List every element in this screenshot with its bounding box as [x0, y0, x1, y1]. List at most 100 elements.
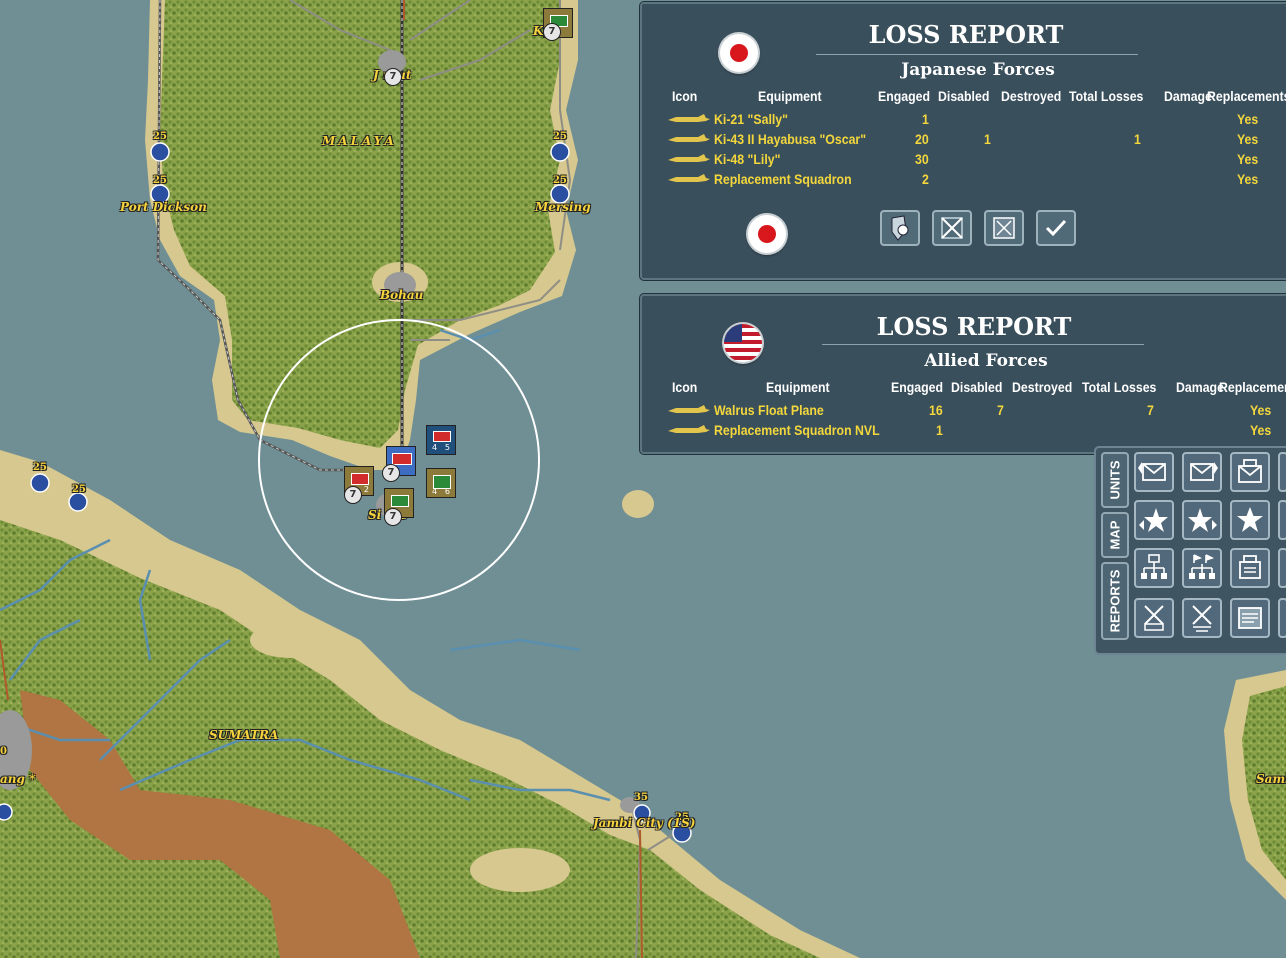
overflow-button[interactable] [1278, 500, 1286, 540]
message-log-button[interactable] [1230, 598, 1270, 638]
star-left-button[interactable] [1134, 500, 1174, 540]
airfield-icon[interactable]: 7 [382, 464, 400, 482]
total-losses-value: 1 [1134, 131, 1141, 147]
airfield-icon[interactable]: 7 [344, 486, 362, 504]
combat-report-right-button[interactable] [1182, 598, 1222, 638]
column-header-damage: Damage [1176, 379, 1224, 395]
star-button[interactable] [1230, 500, 1270, 540]
crossed-swords-icon [941, 217, 963, 239]
envelope-locked-button[interactable] [1230, 452, 1270, 492]
equipment-name: Ki-43 II Hayabusa "Oscar" [714, 131, 867, 147]
counter-strength: 2 [363, 485, 369, 494]
report-subtitle: Japanese Forces [901, 60, 1055, 80]
title-underline [822, 344, 1144, 345]
tab-units[interactable]: UNITS [1101, 452, 1129, 508]
column-header-icon: Icon [672, 88, 698, 104]
overflow-button[interactable] [1278, 598, 1286, 638]
aircraft-icon [668, 134, 710, 142]
counter-strength: 4 [432, 487, 438, 496]
ship-counter[interactable]: 4 5 [426, 425, 456, 455]
column-header-disabled: Disabled [938, 88, 990, 104]
counter-strength: 4 [432, 443, 438, 452]
sand-patch [470, 848, 570, 892]
star-right-icon [1188, 508, 1217, 532]
confirm-button[interactable] [1036, 210, 1076, 246]
combat-report-left-icon [1144, 605, 1164, 631]
city-label[interactable]: Mersing [535, 200, 591, 214]
engaged-value: 1 [936, 422, 943, 438]
plane-icon [392, 453, 412, 465]
column-header-engaged: Engaged [878, 88, 931, 104]
airfield-icon[interactable]: 7 [384, 508, 402, 526]
org-chart-right-icon [1189, 554, 1215, 579]
ground-unit-counter[interactable]: 4 6 [426, 468, 456, 498]
plane-icon [391, 495, 409, 507]
counter-strength: 5 [444, 443, 450, 452]
org-chart-locked-button[interactable] [1230, 548, 1270, 588]
star-right-button[interactable] [1182, 500, 1222, 540]
disabled-value: 7 [997, 402, 1004, 418]
port-size: 25 [33, 462, 47, 473]
equipment-name: Ki-48 "Lily" [714, 151, 781, 167]
equipment-name: Replacement Squadron NVL [714, 422, 880, 438]
replacements-value: Yes [1237, 171, 1259, 187]
aircraft-icon [668, 425, 710, 433]
aircraft-icon [668, 405, 710, 413]
star-icon [1237, 507, 1263, 532]
overflow-button[interactable] [1278, 548, 1286, 588]
aircraft-icon [668, 174, 710, 182]
engaged-value: 30 [915, 151, 929, 167]
sand-patch [250, 622, 330, 658]
envelope-locked-icon [1238, 459, 1262, 483]
org-chart-left-icon [1141, 554, 1167, 579]
column-header-engaged: Engaged [891, 379, 944, 395]
port-size: 25 [153, 175, 167, 186]
tab-reports[interactable]: REPORTS [1101, 562, 1129, 640]
city-label[interactable]: ang * [0, 772, 35, 786]
small-island [622, 490, 654, 518]
battle-map-button[interactable] [984, 210, 1024, 246]
disabled-value: 1 [984, 131, 991, 147]
column-header-total-losses: Total Losses [1082, 379, 1157, 395]
column-header-destroyed: Destroyed [1012, 379, 1073, 395]
aircraft-icon [668, 154, 710, 162]
japan-flag-icon [748, 215, 786, 253]
org-chart-left-button[interactable] [1134, 548, 1174, 588]
counter-strength: 6 [444, 487, 450, 496]
combat-report-left-button[interactable] [1134, 598, 1174, 638]
column-header-equipment: Equipment [758, 88, 822, 104]
report-subtitle: Allied Forces [924, 351, 1048, 371]
aircraft-icon [668, 114, 710, 122]
tab-map[interactable]: MAP [1101, 512, 1129, 558]
plane-icon [351, 473, 369, 485]
japanese-loss-report-panel: LOSS REPORT Japanese Forces Icon Equipme… [640, 2, 1286, 280]
envelope-right-button[interactable] [1182, 452, 1222, 492]
shield-skull-button[interactable] [880, 210, 920, 246]
column-header-damage: Damage [1164, 88, 1212, 104]
port-size: 25 [553, 131, 567, 142]
checkmark-icon [1045, 219, 1067, 237]
overflow-button[interactable] [1278, 452, 1286, 492]
envelope-left-button[interactable] [1134, 452, 1174, 492]
replacements-value: Yes [1237, 151, 1259, 167]
crossed-swords-button[interactable] [932, 210, 972, 246]
equipment-name: Walrus Float Plane [714, 402, 824, 418]
port-size: 25 [153, 131, 167, 142]
engaged-value: 1 [922, 111, 929, 127]
airfield-icon[interactable]: 7 [543, 23, 561, 41]
replacements-value: Yes [1237, 131, 1259, 147]
region-label-malaya: MALAYA [322, 134, 397, 148]
message-log-icon [1238, 607, 1262, 629]
report-title: LOSS REPORT [868, 20, 1064, 49]
replacements-value: Yes [1237, 111, 1259, 127]
city-label[interactable]: Samb [1256, 772, 1286, 786]
tab-label: MAP [1107, 520, 1123, 550]
envelope-left-icon [1138, 462, 1166, 481]
city-label[interactable]: Bohau [380, 288, 423, 302]
org-chart-right-button[interactable] [1182, 548, 1222, 588]
port-size: 25 [553, 175, 567, 186]
city-label[interactable]: Jambi City (1S) [593, 816, 695, 830]
airfield-icon[interactable]: 7 [384, 68, 402, 86]
equipment-name: Ki-21 "Sally" [714, 111, 789, 127]
city-label[interactable]: Port Dickson [120, 200, 207, 214]
